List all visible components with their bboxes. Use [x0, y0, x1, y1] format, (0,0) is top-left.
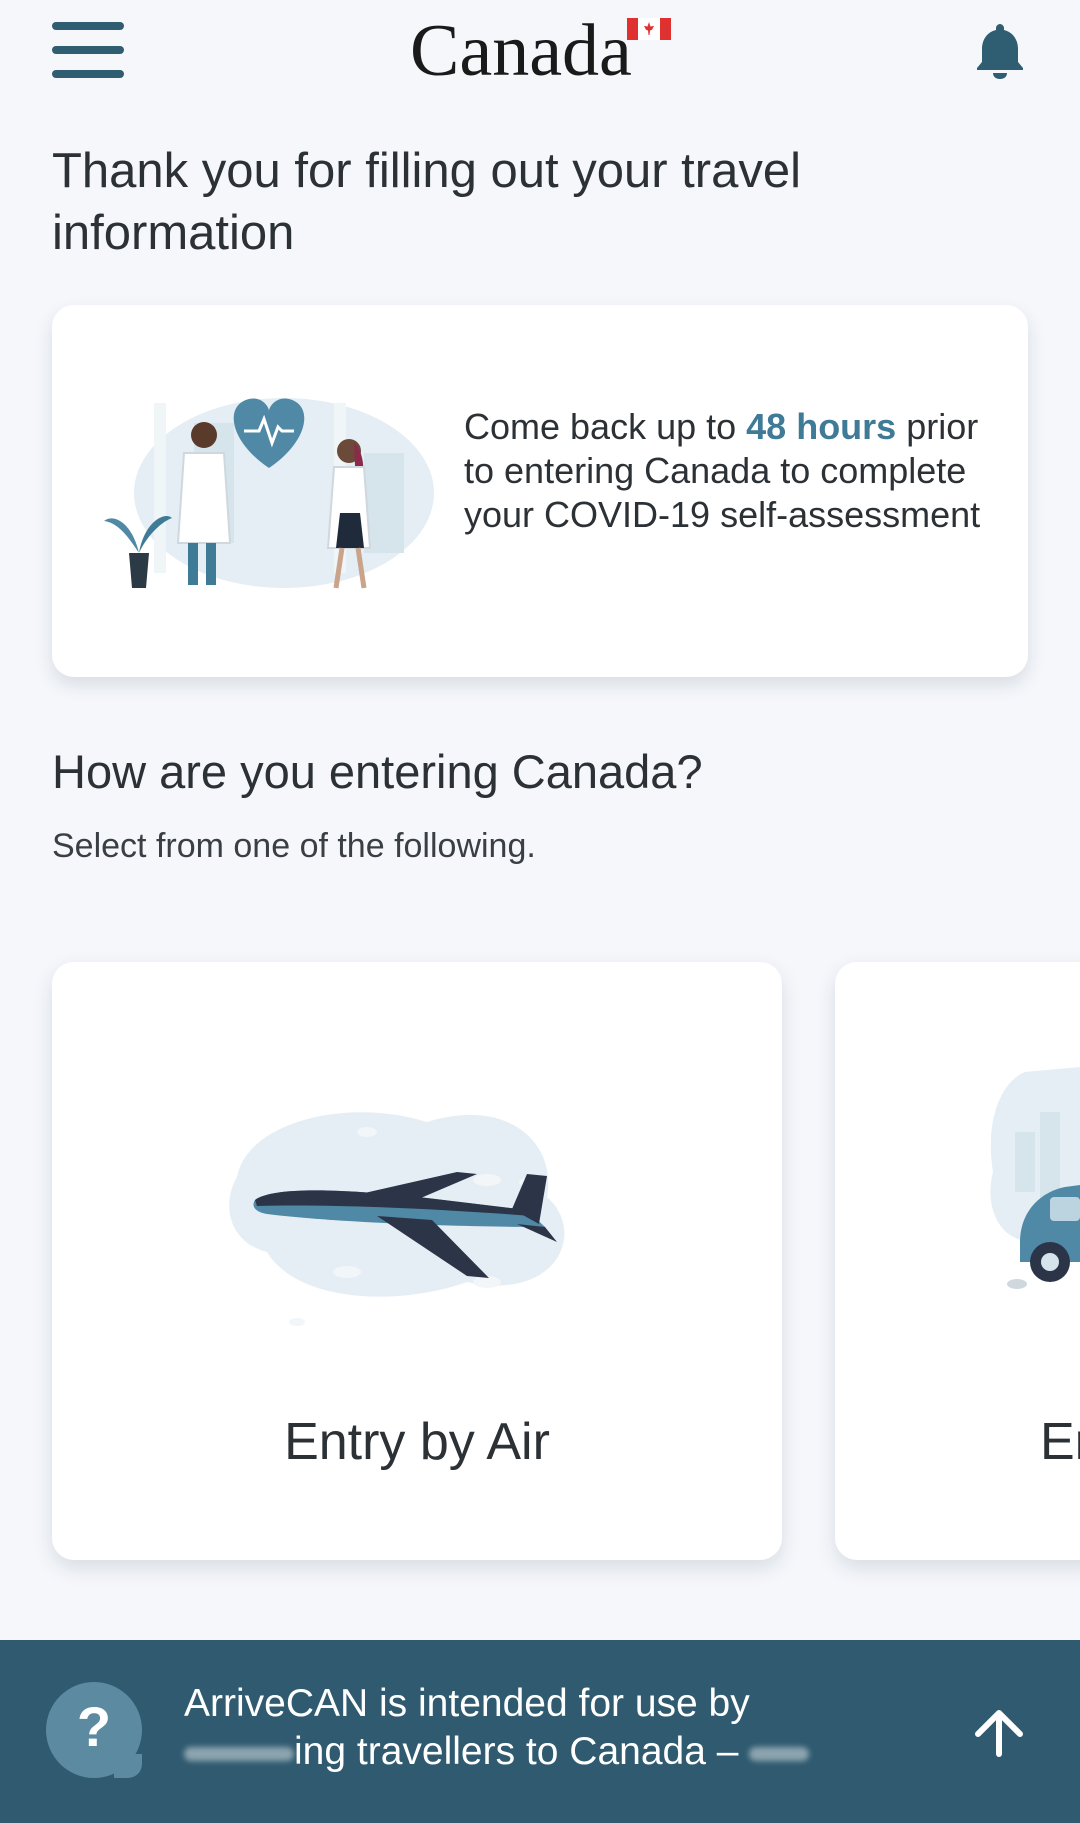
redacted-text	[184, 1746, 294, 1761]
entry-by-air-card[interactable]: Entry by Air	[52, 962, 782, 1560]
page-title: Thank you for filling out your travel in…	[52, 144, 801, 260]
wordmark-text: Canada	[410, 10, 632, 92]
app-screen: Canada Thank you for filling out your tr…	[0, 0, 1080, 1823]
section-heading: How are you entering Canada?	[52, 745, 703, 798]
info-card: Come back up to 48 hours prior to enteri…	[52, 305, 1028, 677]
entry-by-land-card[interactable]: En	[835, 962, 1080, 1560]
entry-by-land-label: En	[1040, 1413, 1080, 1471]
car-illustration	[835, 1062, 1080, 1312]
hamburger-menu-icon[interactable]	[52, 20, 124, 80]
redacted-text	[749, 1746, 810, 1761]
airplane-illustration	[227, 1102, 627, 1342]
top-app-bar: Canada	[0, 0, 1080, 110]
doctors-illustration	[104, 383, 434, 603]
section-subheading: Select from one of the following.	[52, 827, 536, 865]
banner-line-1: ArriveCAN is intended for use by	[184, 1682, 750, 1725]
info-message: Come back up to 48 hours prior to enteri…	[464, 405, 984, 537]
bell-icon[interactable]	[974, 20, 1026, 80]
info-highlight-hours: 48 hours	[746, 406, 897, 447]
help-question-icon[interactable]: ?	[46, 1682, 144, 1780]
entry-by-air-label: Entry by Air	[284, 1413, 550, 1471]
banner-line-2: ing travellers to Canada –	[184, 1728, 824, 1776]
chevron-up-icon[interactable]	[972, 1706, 1026, 1760]
flag-icon	[627, 18, 671, 40]
canada-wordmark-logo: Canada	[410, 8, 671, 92]
banner-message: ArriveCAN is intended for use by ing tra…	[184, 1680, 824, 1776]
banner-line-2-text: ing travellers to Canada –	[294, 1730, 739, 1773]
info-text-start: Come back up to	[464, 406, 747, 447]
info-banner: ? ArriveCAN is intended for use by ing t…	[0, 1640, 1080, 1823]
